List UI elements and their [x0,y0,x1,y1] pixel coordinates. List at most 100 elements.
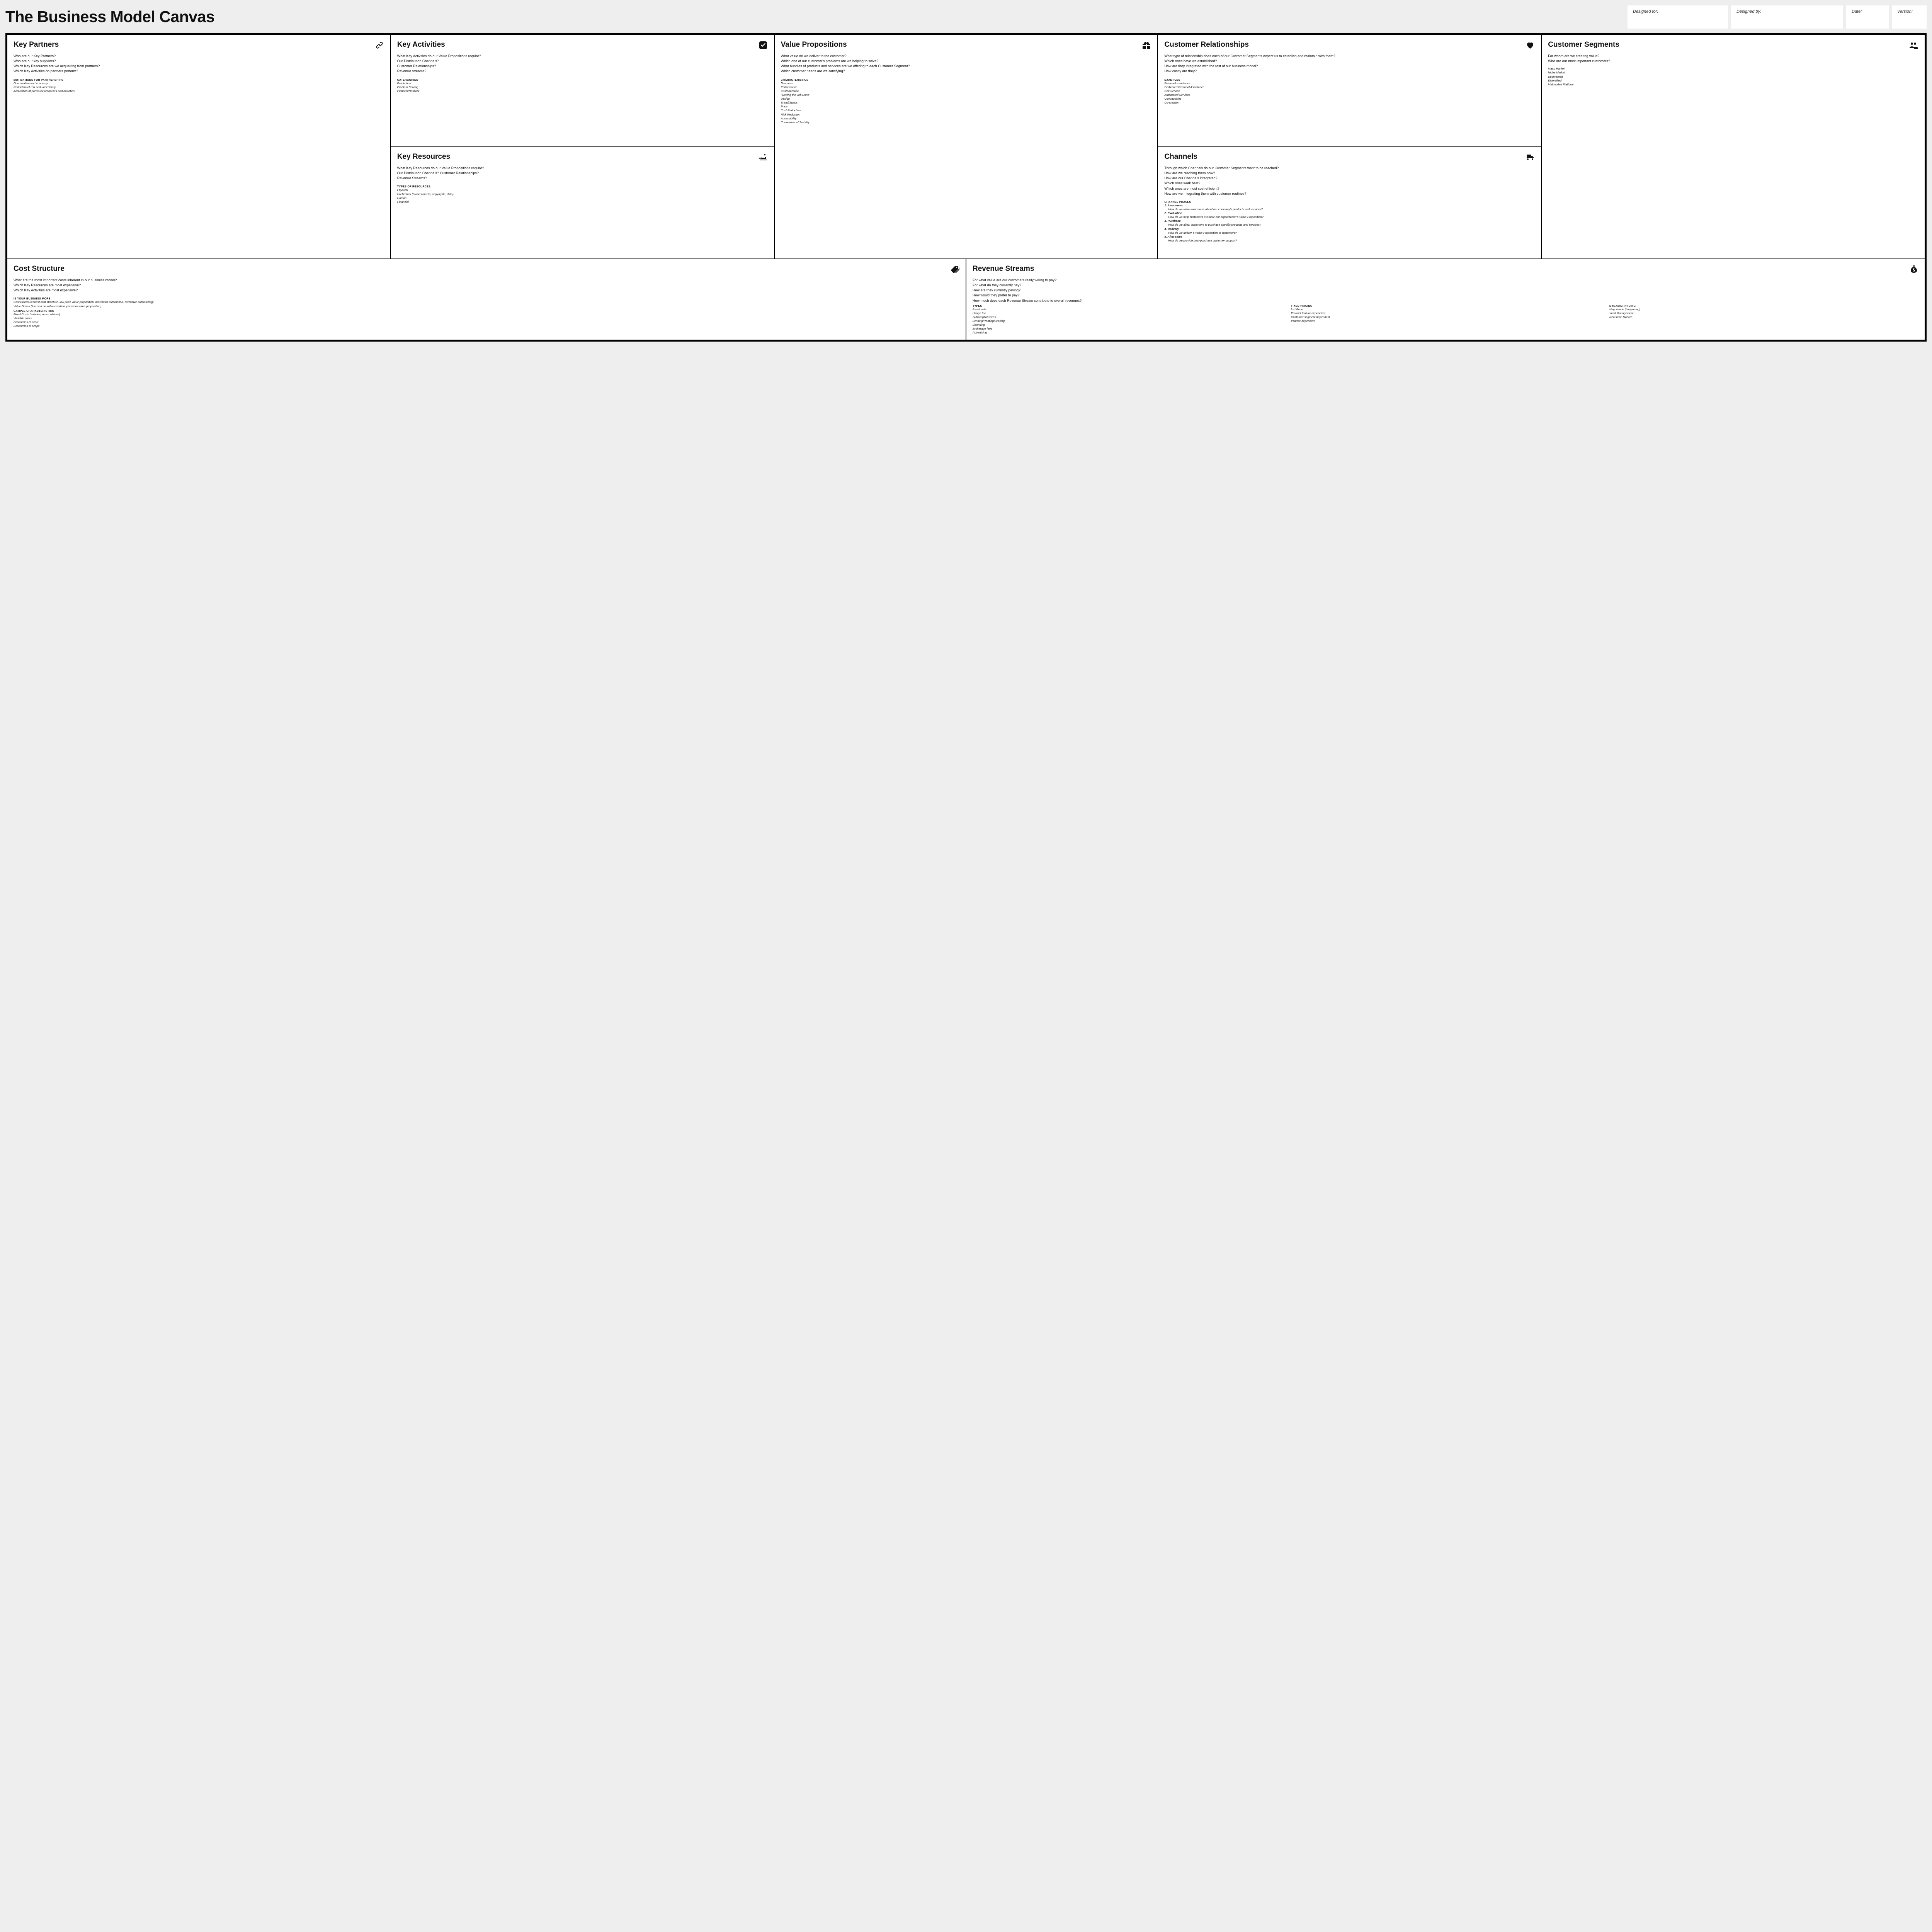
text-line: Acquisition of particular resources and … [14,89,384,93]
cell-title: Cost Structure [14,265,65,273]
text-line: Customization [781,89,1151,93]
cell-title: Customer Relationships [1164,41,1249,49]
cell-customer-segments: Customer Segments For whom are we creati… [1541,35,1925,259]
cell-title: Value Propositions [781,41,847,49]
truck-icon [1526,153,1535,162]
tag-icon [950,265,959,274]
text-line: What value do we deliver to the customer… [781,54,1151,58]
text-line: Fixed Costs (salaries, rents, utilities) [14,313,959,316]
subheading: dynamic pricing [1609,305,1918,308]
text-line: Niche Market [1548,71,1918,75]
text-line: Our Distribution Channels? [397,59,768,63]
text-line: Risk Reduction [781,113,1151,117]
text-line: How costly are they? [1164,69,1535,73]
cell-revenue-streams: Revenue Streams For what value are our c… [966,259,1925,340]
cell-key-partners: Key Partners Who are our Key Partners?Wh… [7,35,391,259]
text-line: Who are our most important customers? [1548,59,1918,63]
text-line: Who are our key suppliers? [14,59,384,63]
meta-label: Date: [1852,9,1883,14]
text-line: Cost Reduction [781,109,1151,112]
text-line: Variable costs [14,316,959,320]
text-line: For whom are we creating value? [1548,54,1918,58]
text-line: Mass Market [1548,67,1918,71]
text-line: Customer Relationships? [397,64,768,68]
channel-phase: 1. AwarenessHow do we raise awareness ab… [1164,204,1535,211]
text-line: Advertising [973,331,1282,335]
text-line: What are the most important costs inhere… [14,278,959,282]
subheading: fixed pricing [1291,305,1600,308]
text-line: How are they currently paying? [973,288,1918,293]
text-line: Which Key Resources are we acquairing fr… [14,64,384,68]
cell-title: Key Activities [397,41,445,49]
text-line: Personal assistance [1164,82,1535,85]
text-line: How would they prefer to pay? [973,293,1918,298]
text-line: Performance [781,85,1151,89]
cell-title: Revenue Streams [973,265,1034,273]
text-line: "Getting the Job Done" [781,93,1151,97]
text-line: What type of relationship does each of o… [1164,54,1535,58]
text-line: For what value are our customers really … [973,278,1918,282]
text-line: Volume dependent [1291,319,1600,323]
meta-label: Designed by: [1736,9,1838,14]
text-line: Human [397,196,768,200]
subheading: types [973,305,1282,308]
text-line: Revenue Streams? [397,176,768,180]
cell-channels: Channels Through which Channels do our C… [1158,147,1541,259]
cell-key-activities: Key Activities What Key Activities do ou… [391,35,774,147]
text-line: Which ones have we established? [1164,59,1535,63]
channel-phase: 5. After salesHow do we provide post-pur… [1164,235,1535,243]
text-line: How are we integrating them with custome… [1164,191,1535,196]
text-line: Self-Service [1164,89,1535,93]
page-title: The Business Model Canvas [5,5,214,26]
channel-phase: 3. PurchaseHow do we allow customers to … [1164,219,1535,227]
text-line: Who are our Key Partners? [14,54,384,58]
text-line: Brand/Status [781,101,1151,105]
text-line: How are our Channels integrated? [1164,176,1535,180]
text-line: Accessibility [781,117,1151,121]
text-line: List Price [1291,308,1600,311]
subheading: types of resources [397,185,768,188]
text-line: Negotiation (bargaining) [1609,308,1918,311]
channel-phases: 1. AwarenessHow do we raise awareness ab… [1164,204,1535,243]
meta-label: Version: [1897,9,1921,14]
subheading: examples [1164,79,1535,82]
text-line: Communities [1164,97,1535,101]
factory-icon [759,153,768,162]
text-line: Through which Channels do our Customer S… [1164,166,1535,170]
text-line: Problem Solving [397,85,768,89]
subheading: characteristics [781,79,1151,82]
text-line: Brokerage fees [973,327,1282,331]
text-line: Segmented [1548,75,1918,79]
text-line: What bundles of products and services ar… [781,64,1151,68]
text-line: Revenue streams? [397,69,768,73]
cell-title: Key Resources [397,153,450,161]
gift-icon [1142,41,1151,50]
text-line: How much does each Revenue Stream contri… [973,298,1918,303]
text-line: Customer segment dependent [1291,315,1600,319]
text-line: Production [397,82,768,85]
text-line: Which Key Activities do partners perform… [14,69,384,73]
meta-row: Designed for: Designed by: Date: Version… [1628,5,1927,29]
text-line: Automated Services [1164,93,1535,97]
subheading: is your business more [14,298,959,300]
subheading: channel phases [1164,201,1535,204]
text-line: Our Distribution Channels? Customer Rela… [397,171,768,175]
meta-label: Designed for: [1633,9,1723,14]
text-line: Newness [781,82,1151,85]
meta-date[interactable]: Date: [1846,5,1889,29]
meta-version[interactable]: Version: [1892,5,1927,29]
text-line: Optimization and economy [14,82,384,85]
text-line: Intellectual (brand patents, copyrights,… [397,192,768,196]
text-line: How are they integrated with the rest of… [1164,64,1535,68]
text-line: Usage fee [973,311,1282,315]
cell-title: Customer Segments [1548,41,1619,49]
text-line: Economies of scope [14,324,959,328]
link-icon [375,41,384,50]
people-icon [1909,41,1918,50]
text-line: Subscription Fees [973,315,1282,319]
text-line: Lending/Renting/Leasing [973,319,1282,323]
meta-designed-by[interactable]: Designed by: [1731,5,1843,29]
text-line: Multi-sided Platform [1548,83,1918,87]
meta-designed-for[interactable]: Designed for: [1628,5,1728,29]
text-line: Which ones work best? [1164,181,1535,185]
